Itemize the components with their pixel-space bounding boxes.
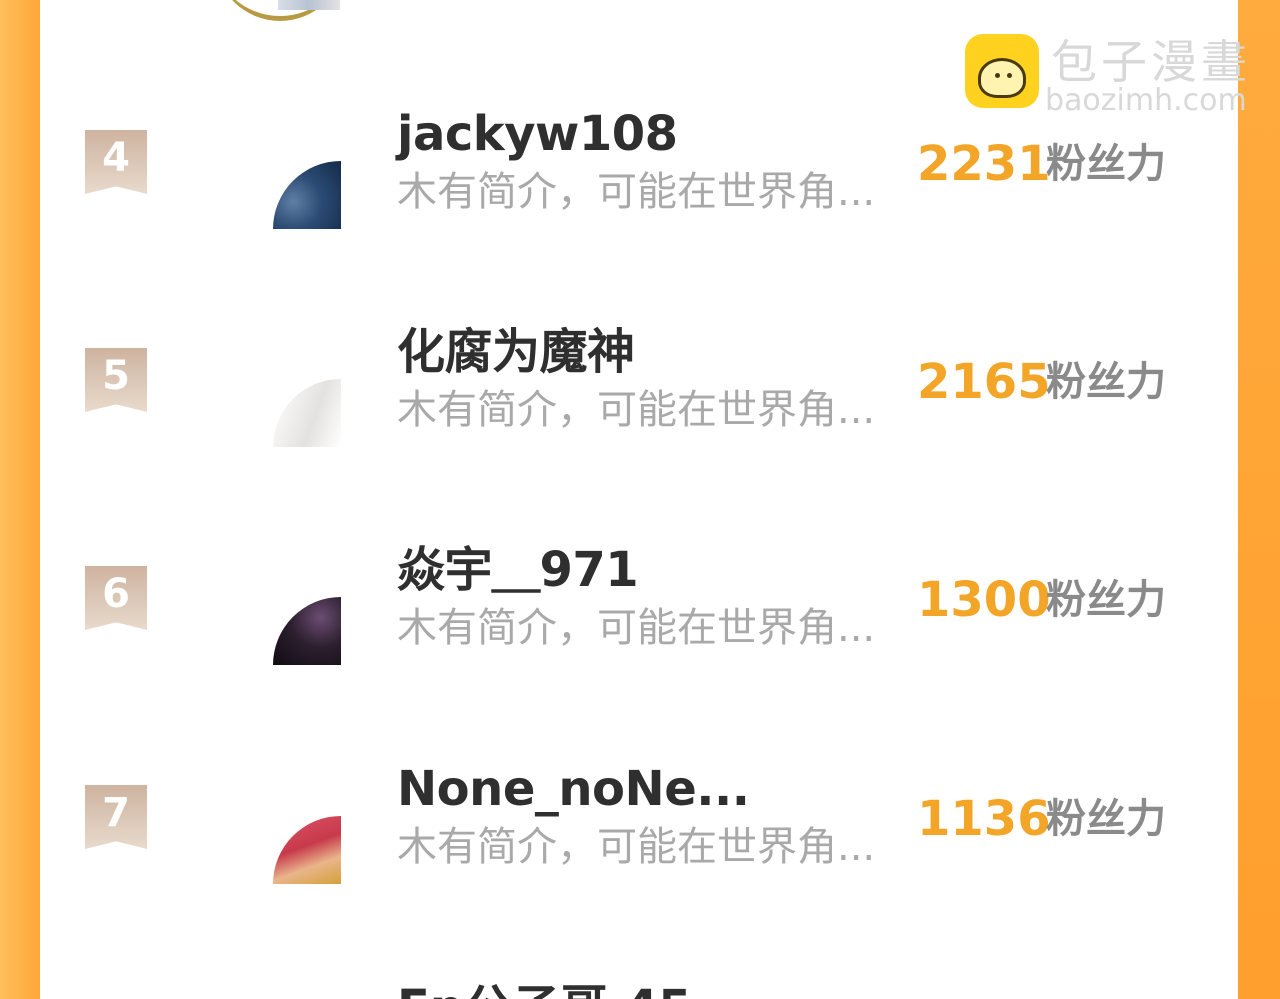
rank-number: 5	[102, 353, 130, 399]
fans-ranking-panel: 4 jackyw108 木有简介，可能在世界角... 2231 粉丝力 5 化腐…	[40, 0, 1238, 999]
ranking-row[interactable]: 7 None_noNe... 木有简介，可能在世界角... 1136 粉丝力	[40, 761, 1238, 983]
username[interactable]: 化腐为魔神	[397, 324, 635, 380]
previous-avatar-image	[278, 0, 340, 10]
rank-badge: 7	[85, 785, 147, 849]
ranking-row[interactable]: 4 jackyw108 木有简介，可能在世界角... 2231 粉丝力	[40, 106, 1238, 328]
fans-label: 粉丝力	[1046, 359, 1166, 405]
username[interactable]: jackyw108	[397, 106, 678, 162]
watermark-title: 包子漫畫	[1051, 35, 1251, 89]
user-bio: 木有简介，可能在世界角...	[397, 169, 876, 215]
fans-count: 2165	[917, 354, 1051, 410]
watermark-url: baozimh.com	[1045, 83, 1247, 118]
rank-badge: 4	[85, 130, 147, 194]
avatar[interactable]	[273, 816, 341, 884]
username[interactable]: 焱宇＿971	[397, 542, 639, 598]
rank-badge: 5	[85, 348, 147, 412]
user-bio: 木有简介，可能在世界角...	[397, 824, 876, 870]
steamed-bun-icon	[965, 34, 1039, 108]
fans-label: 粉丝力	[1046, 577, 1166, 623]
right-orange-border	[1238, 0, 1280, 999]
rank-number: 4	[102, 135, 130, 181]
rank-badge: 6	[85, 566, 147, 630]
avatar[interactable]	[273, 597, 341, 665]
rank-number: 7	[102, 790, 130, 836]
avatar[interactable]	[273, 379, 341, 447]
ranking-row[interactable]: 6 焱宇＿971 木有简介，可能在世界角... 1300 粉丝力	[40, 542, 1238, 764]
rank-number: 6	[102, 571, 130, 617]
watermark: 包子漫畫 baozimh.com	[965, 34, 1265, 118]
fans-count: 2231	[917, 136, 1051, 192]
username[interactable]: None_noNe...	[397, 761, 750, 817]
avatar[interactable]	[273, 161, 341, 229]
ranking-row[interactable]: 5 化腐为魔神 木有简介，可能在世界角... 2165 粉丝力	[40, 324, 1238, 546]
user-bio: 木有简介，可能在世界角...	[397, 387, 876, 433]
fans-count: 1136	[917, 791, 1051, 847]
fans-label: 粉丝力	[1046, 141, 1166, 187]
fans-count: 1300	[917, 572, 1051, 628]
next-row-username[interactable]: Fp公子哥 45	[397, 980, 692, 999]
user-bio: 木有简介，可能在世界角...	[397, 605, 876, 651]
fans-label: 粉丝力	[1046, 796, 1166, 842]
